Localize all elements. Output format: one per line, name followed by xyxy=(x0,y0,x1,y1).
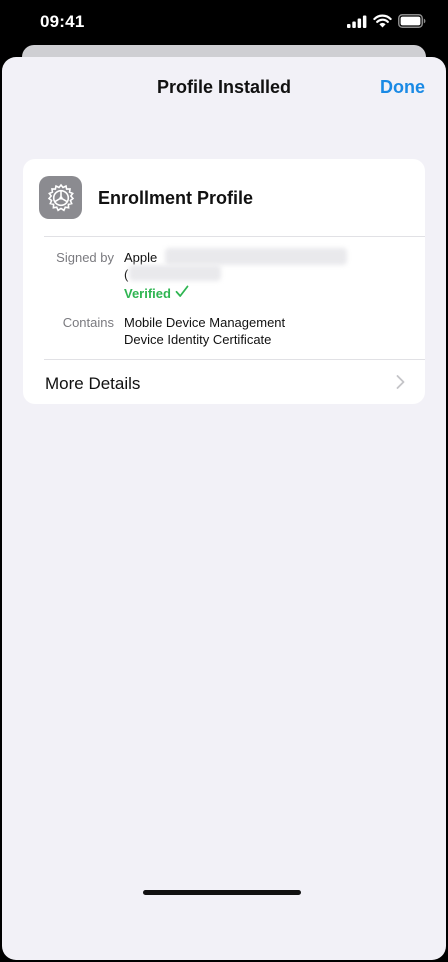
more-details-label: More Details xyxy=(45,374,141,393)
home-indicator[interactable] xyxy=(143,890,301,895)
signed-by-paren: ( xyxy=(124,267,129,282)
gear-icon xyxy=(39,176,82,219)
contains-item-certificate: Device Identity Certificate xyxy=(124,332,272,347)
more-details-row[interactable]: More Details xyxy=(23,360,425,404)
battery-icon xyxy=(398,14,426,33)
verified-status: Verified xyxy=(124,285,189,301)
contains-item-mdm: Mobile Device Management xyxy=(124,315,286,330)
nav-bar: Profile Installed Done xyxy=(2,57,446,117)
status-time: 09:41 xyxy=(40,12,85,31)
signed-by-value: Apple xyxy=(124,250,158,265)
cellular-signal-icon xyxy=(347,15,367,33)
profile-header: Enrollment Profile xyxy=(23,159,425,235)
redacted-signer-detail xyxy=(165,248,347,265)
profile-name: Enrollment Profile xyxy=(98,188,254,208)
done-button[interactable]: Done xyxy=(380,77,425,98)
verified-label: Verified xyxy=(124,285,171,301)
status-icons xyxy=(347,14,426,33)
contains-label: Contains xyxy=(62,315,114,330)
redacted-signer-id xyxy=(129,265,221,281)
checkmark-icon xyxy=(175,285,189,301)
signed-by-label: Signed by xyxy=(56,250,114,265)
status-bar: 09:41 xyxy=(0,0,448,46)
wifi-icon xyxy=(373,14,392,33)
profile-installed-sheet: Profile Installed Done Enrollment Profil… xyxy=(2,57,446,960)
divider xyxy=(44,236,425,237)
profile-card: Enrollment Profile Signed by Apple ( Ver… xyxy=(23,159,425,404)
chevron-right-icon xyxy=(396,375,405,394)
